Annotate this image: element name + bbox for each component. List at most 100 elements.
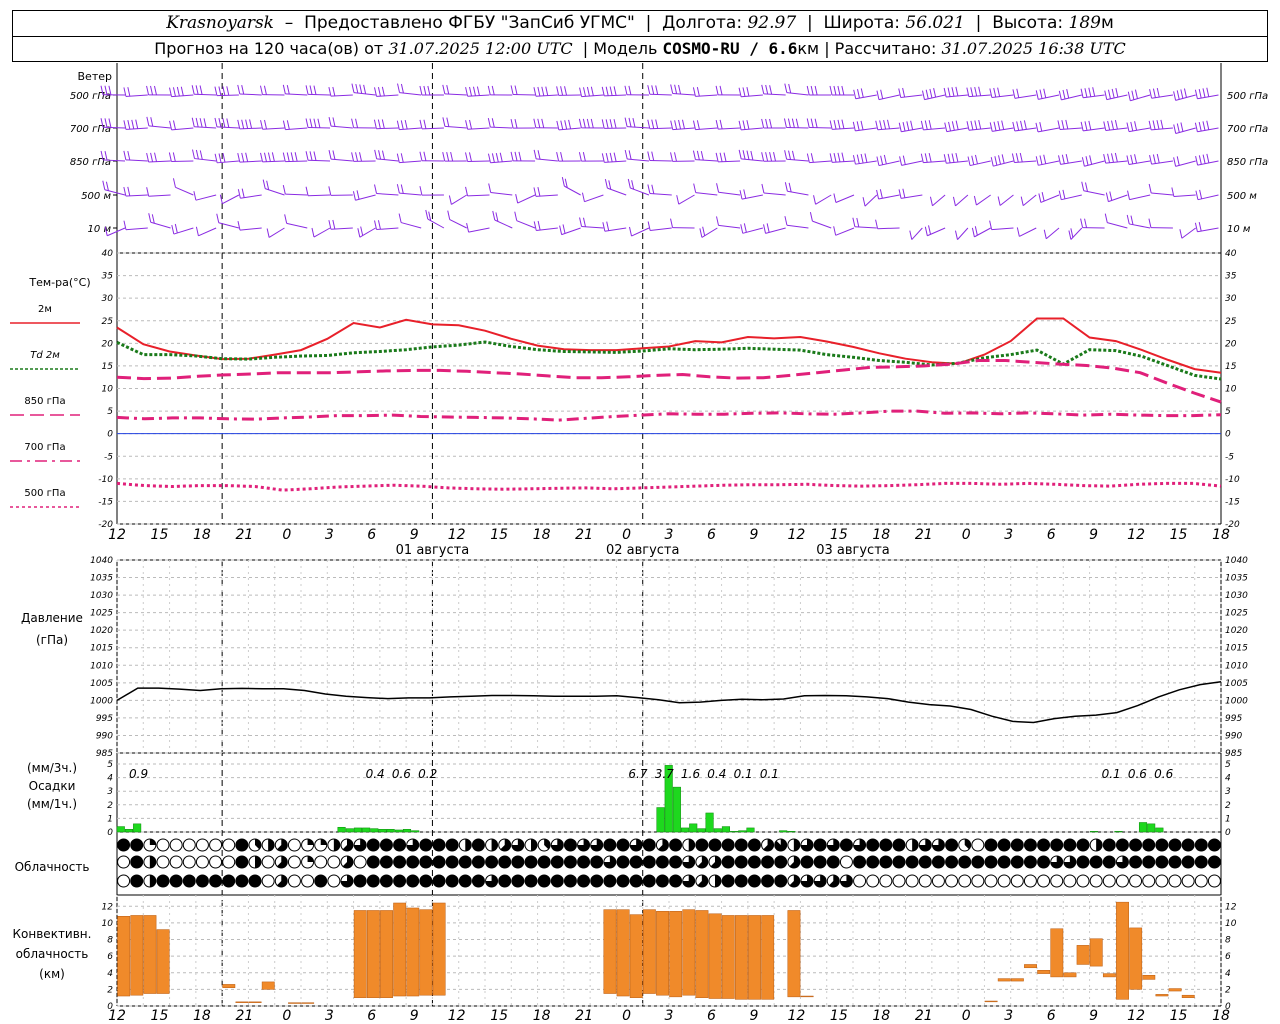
cloud-cover-symbol	[498, 874, 512, 888]
wind-barb-feather	[360, 226, 364, 236]
conv-cloud-bar	[419, 909, 433, 996]
cloud-cover-symbol	[471, 874, 485, 888]
cloud-cover-symbol	[721, 838, 735, 852]
cloud-cover-symbol	[787, 855, 801, 869]
wind-barb-feather	[568, 119, 572, 129]
cloud-cover-symbol	[577, 855, 591, 869]
wind-barb-feather	[806, 85, 810, 96]
wind-barb-shaft	[607, 187, 627, 196]
hour-label: 21	[915, 527, 933, 543]
wind-barb-feather	[377, 220, 381, 230]
wind-barb-shaft	[718, 224, 741, 229]
cloud-fill-full	[1129, 839, 1142, 851]
conv-cloud-bar	[1024, 964, 1037, 969]
hour-label: 6	[367, 1008, 376, 1024]
conv-cloud-bar	[748, 915, 761, 1000]
conv-tick-right: 10	[1225, 919, 1237, 929]
wind-barb-feather	[560, 151, 564, 162]
cloud-fill-full	[643, 875, 656, 887]
wind-barb-feather	[1035, 90, 1039, 100]
wind-barb-shaft	[1107, 222, 1128, 229]
wind-barb-feather	[951, 153, 955, 163]
cloud-cover-symbol	[1023, 855, 1037, 869]
wind-barb-feather	[628, 150, 632, 160]
cloud-cover-symbol	[1050, 838, 1064, 852]
wind-barb-feather	[978, 86, 982, 96]
wind-barb-feather	[922, 90, 925, 100]
cloud-cover-symbol	[209, 855, 223, 869]
wind-barb-feather	[970, 120, 974, 130]
wind-barb-shaft	[308, 93, 331, 96]
cloud-circle	[1010, 874, 1024, 888]
wind-barb-feather	[1111, 88, 1115, 99]
cloud-cover-symbol	[800, 838, 814, 852]
wind-barb-feather	[222, 153, 226, 163]
wind-barb-feather	[978, 119, 982, 130]
precip-bar	[730, 831, 739, 833]
wind-barb-feather	[910, 120, 914, 130]
wind-barb-feather	[856, 121, 860, 131]
wind-barb-feather	[363, 84, 367, 95]
cloud-circle	[195, 838, 209, 852]
temp-tick-left: -15	[98, 497, 113, 507]
cloud-fill-full	[945, 839, 958, 851]
wind-barb-feather	[696, 150, 700, 160]
cloud-cover-symbol	[393, 855, 407, 869]
cloud-fill-full	[814, 856, 827, 868]
cloud-fill-full	[367, 856, 380, 868]
wind-barb-feather	[559, 225, 563, 235]
wind-barb-feather	[537, 150, 541, 160]
hour-label: 0	[622, 1008, 631, 1024]
cloud-cover-symbol	[747, 855, 761, 869]
cloud-cover-symbol	[432, 874, 446, 888]
wind-barb-feather	[355, 152, 359, 162]
cloud-fill-full	[1050, 839, 1063, 851]
cloud-fill-full	[761, 856, 774, 868]
wind-barb-shaft	[171, 160, 194, 163]
hour-label: 15	[151, 527, 169, 543]
wind-barb-feather	[442, 152, 446, 162]
cloud-fill-full	[1103, 856, 1116, 868]
wind-barb-shaft	[148, 194, 171, 197]
wind-barb-feather	[514, 85, 518, 95]
cloud-circle	[1207, 874, 1221, 888]
wind-barb-feather	[1156, 87, 1160, 98]
wind-barb-feather	[1039, 122, 1043, 132]
cloud-cover-symbol	[721, 855, 735, 869]
wind-barb-feather	[328, 150, 332, 160]
cloud-fill-full	[525, 856, 537, 868]
cloud-fill-full	[380, 875, 393, 887]
cloud-cover-symbol	[958, 874, 972, 888]
cloud-fill-full	[1103, 839, 1116, 851]
wind-barb-shaft	[262, 160, 285, 163]
wind-barb-feather	[629, 226, 632, 237]
conv-cloud-bar	[1142, 975, 1156, 980]
wind-barb-feather	[784, 182, 788, 192]
wind-barb-feather	[357, 228, 361, 238]
cloud-fill-full	[157, 875, 169, 887]
wind-barb-feather	[693, 183, 697, 193]
conv-cloud-bar	[1155, 994, 1169, 997]
wind-barb-feather	[743, 223, 747, 233]
wind-barb-feather	[1104, 213, 1108, 223]
cloud-cover-symbol	[682, 855, 696, 869]
temp-tick-right: 20	[1225, 339, 1237, 349]
cloud-cover-symbol	[853, 855, 867, 869]
cloud-cover-symbol	[669, 838, 683, 852]
wind-barb-feather	[994, 156, 998, 166]
pressure-tick-left: 990	[96, 731, 113, 741]
wind-barb-feather	[1110, 153, 1114, 163]
wind-barb-feather	[282, 185, 286, 195]
hour-labels-top: 12 15 18 21 0 3 6 9 12 15 18 21 0 3 6 9 12 15 18 21 0 3 6 9 12 15…	[108, 527, 1230, 543]
cloud-cover-symbol	[642, 855, 656, 869]
conv-unit: (км)	[39, 967, 65, 981]
wind-barb-shaft	[330, 125, 353, 129]
wind-barb-shaft	[695, 159, 718, 162]
cloud-fill-full	[1037, 856, 1050, 868]
cloud-cover-symbol	[406, 838, 420, 852]
cloud-cover-symbol	[130, 855, 144, 869]
conv-tick-left: 6	[107, 952, 113, 962]
cloud-cover-symbol	[445, 855, 459, 869]
cloud-circle	[182, 855, 196, 869]
conv-cloud-bar	[380, 910, 393, 998]
